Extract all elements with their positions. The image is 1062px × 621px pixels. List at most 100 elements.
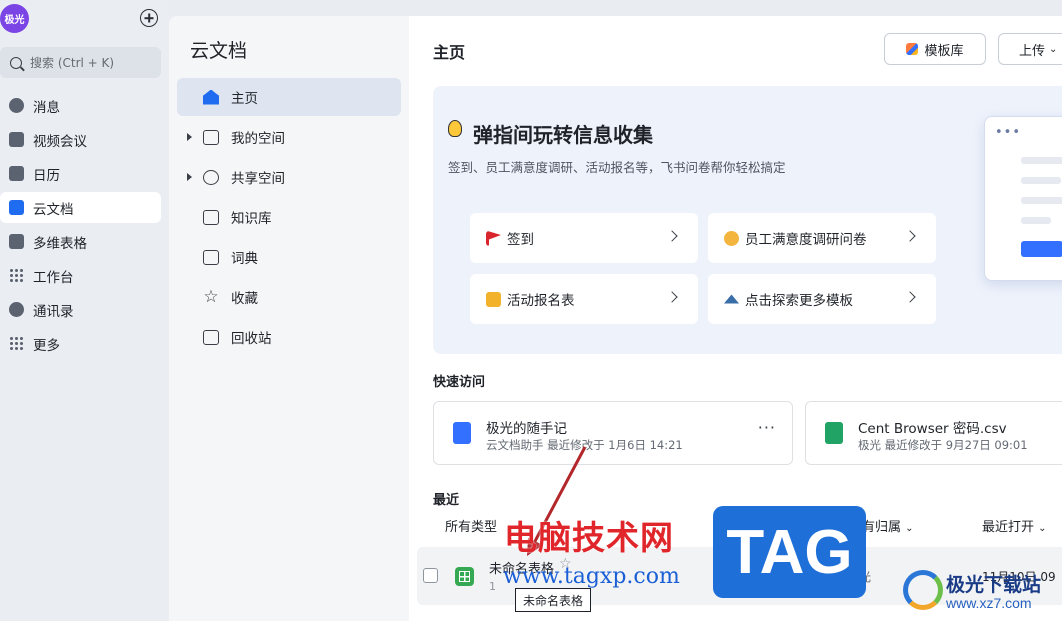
sidebar-title: 云文档 bbox=[190, 40, 248, 62]
card-label: 员工满意度调研问卷 bbox=[745, 232, 867, 248]
docs-sidebar: 云文档 主页 我的空间 共享空间 知识库 词典 ☆ 收藏 回收站 bbox=[169, 16, 409, 621]
filter-sort-dropdown[interactable]: 最近打开 ⌄ bbox=[982, 516, 1047, 535]
template-card-explore[interactable]: 点击探索更多模板 bbox=[708, 274, 936, 324]
row-checkbox[interactable] bbox=[423, 568, 438, 583]
sidebar-item-label: 共享空间 bbox=[231, 171, 285, 187]
banner-subtitle: 签到、员工满意度调研、活动报名等，飞书问卷帮你轻松搞定 bbox=[448, 160, 786, 175]
wiki-icon bbox=[203, 209, 219, 225]
watermark-text: 电脑技术网 bbox=[504, 518, 674, 557]
chat-icon bbox=[9, 98, 24, 113]
chevron-right-icon bbox=[904, 291, 916, 303]
illustration-bar bbox=[1021, 197, 1062, 204]
window-dots-icon: ••• bbox=[995, 125, 1022, 140]
chevron-down-icon: ⌄ bbox=[905, 523, 914, 534]
more-grid-icon bbox=[9, 336, 24, 351]
rail-item-label: 更多 bbox=[33, 337, 60, 354]
template-icon bbox=[906, 43, 919, 55]
rail-item-label: 多维表格 bbox=[33, 235, 87, 252]
docs-nav: 主页 我的空间 共享空间 知识库 词典 ☆ 收藏 回收站 bbox=[177, 78, 401, 358]
rail-nav: 消息 视频会议 日历 云文档 多维表格 工作台 通讯录 更多 bbox=[0, 90, 161, 362]
sidebar-item-my-space[interactable]: 我的空间 bbox=[177, 118, 401, 156]
chevron-right-icon bbox=[904, 230, 916, 242]
survey-illustration: ••• bbox=[984, 116, 1062, 281]
expand-caret-icon[interactable] bbox=[187, 133, 192, 141]
page-title: 主页 bbox=[433, 43, 466, 62]
search-icon bbox=[10, 56, 22, 69]
app-rail: 极光 搜索 (Ctrl + K) 消息 视频会议 日历 云文档 多维表格 工作台… bbox=[0, 0, 169, 621]
file-meta: 极光 最近修改于 9月27日 09:01 bbox=[858, 438, 1028, 452]
rail-item-base[interactable]: 多维表格 bbox=[0, 226, 161, 257]
star-icon: ☆ bbox=[203, 286, 219, 307]
watermark-site-logo-icon bbox=[903, 570, 943, 610]
rail-item-label: 消息 bbox=[33, 99, 60, 116]
survey-banner: 弹指间玩转信息收集 签到、员工满意度调研、活动报名等，飞书问卷帮你轻松搞定 签到… bbox=[433, 86, 1062, 354]
card-label: 活动报名表 bbox=[507, 293, 575, 309]
flag-icon bbox=[486, 230, 501, 246]
chevron-down-icon: ⌄ bbox=[1038, 523, 1047, 534]
search-placeholder: 搜索 (Ctrl + K) bbox=[30, 56, 115, 70]
trash-icon bbox=[203, 329, 219, 345]
rail-item-messages[interactable]: 消息 bbox=[0, 90, 161, 121]
rail-item-more[interactable]: 更多 bbox=[0, 328, 161, 359]
dictionary-icon bbox=[203, 249, 219, 265]
sidebar-item-dictionary[interactable]: 词典 bbox=[177, 238, 401, 276]
sidebar-item-label: 回收站 bbox=[231, 331, 272, 347]
workplace-icon bbox=[9, 268, 24, 283]
watermark-site-name: 极光下载站 bbox=[946, 574, 1042, 596]
user-avatar[interactable]: 极光 bbox=[0, 4, 29, 33]
video-icon bbox=[9, 132, 24, 147]
template-library-button[interactable]: 模板库 bbox=[884, 33, 986, 65]
survey-icon bbox=[724, 230, 739, 246]
illustration-bar bbox=[1021, 157, 1062, 164]
quick-access-card[interactable]: 极光的随手记 云文档助手 最近修改于 1月6日 14:21 ··· bbox=[433, 401, 793, 465]
upload-label: 上传 bbox=[1019, 43, 1046, 59]
sidebar-item-favorites[interactable]: ☆ 收藏 bbox=[177, 278, 401, 316]
quick-access-card[interactable]: Cent Browser 密码.csv 极光 最近修改于 9月27日 09:01 bbox=[805, 401, 1062, 465]
file-meta: 云文档助手 最近修改于 1月6日 14:21 bbox=[486, 438, 683, 452]
watermark-url: www.tagxp.com bbox=[503, 564, 680, 589]
chevron-right-icon bbox=[666, 291, 678, 303]
rail-item-label: 云文档 bbox=[33, 201, 74, 218]
create-plus-icon[interactable] bbox=[140, 9, 158, 27]
sidebar-item-label: 主页 bbox=[231, 91, 258, 107]
beer-icon bbox=[486, 291, 501, 307]
sheet-file-icon bbox=[455, 567, 474, 586]
filter-type-dropdown[interactable]: 所有类型 bbox=[445, 516, 497, 535]
sidebar-item-trash[interactable]: 回收站 bbox=[177, 318, 401, 356]
sidebar-item-shared-space[interactable]: 共享空间 bbox=[177, 158, 401, 196]
template-card-checkin[interactable]: 签到 bbox=[470, 213, 698, 263]
search-input[interactable]: 搜索 (Ctrl + K) bbox=[0, 47, 161, 78]
chevron-down-icon: ⌄ bbox=[1049, 43, 1058, 55]
more-options-icon[interactable]: ··· bbox=[758, 418, 776, 437]
row-file-sub: 1 bbox=[489, 580, 496, 593]
filter-sort-label: 最近打开 bbox=[982, 520, 1035, 535]
base-icon bbox=[9, 234, 24, 249]
rail-item-label: 通讯录 bbox=[33, 303, 74, 320]
contacts-icon bbox=[9, 302, 24, 317]
explore-icon bbox=[724, 294, 739, 304]
illustration-bar bbox=[1021, 177, 1061, 184]
rail-item-label: 视频会议 bbox=[33, 133, 87, 150]
rail-item-label: 日历 bbox=[33, 167, 60, 184]
file-name: 极光的随手记 bbox=[486, 421, 567, 437]
template-label: 模板库 bbox=[924, 43, 964, 59]
illustration-bar bbox=[1021, 217, 1051, 224]
rail-item-workplace[interactable]: 工作台 bbox=[0, 260, 161, 291]
file-name-tooltip: 未命名表格 bbox=[515, 588, 592, 612]
upload-button[interactable]: 上传 ⌄ bbox=[998, 33, 1062, 65]
lightbulb-icon bbox=[448, 120, 462, 137]
rail-item-calendar[interactable]: 日历 bbox=[0, 158, 161, 189]
sidebar-item-home[interactable]: 主页 bbox=[177, 78, 401, 116]
sidebar-item-wiki[interactable]: 知识库 bbox=[177, 198, 401, 236]
rail-item-cloud-docs[interactable]: 云文档 bbox=[0, 192, 161, 223]
cloud-doc-icon bbox=[9, 200, 24, 215]
template-card-satisfaction[interactable]: 员工满意度调研问卷 bbox=[708, 213, 936, 263]
template-card-event-signup[interactable]: 活动报名表 bbox=[470, 274, 698, 324]
rail-item-contacts[interactable]: 通讯录 bbox=[0, 294, 161, 325]
rail-item-video[interactable]: 视频会议 bbox=[0, 124, 161, 155]
expand-caret-icon[interactable] bbox=[187, 173, 192, 181]
doc-file-icon bbox=[453, 422, 471, 444]
chevron-right-icon bbox=[666, 230, 678, 242]
sidebar-item-label: 知识库 bbox=[231, 211, 272, 227]
watermark-site-url: www.xz7.com bbox=[946, 595, 1032, 611]
